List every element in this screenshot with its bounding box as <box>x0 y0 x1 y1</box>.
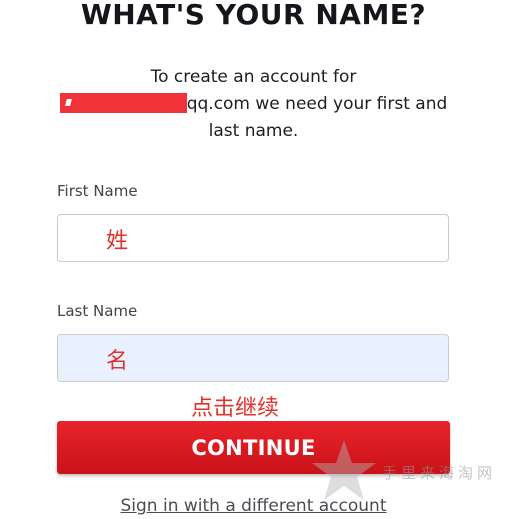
last-name-field[interactable]: 名 <box>57 334 449 382</box>
continue-button[interactable]: CONTINUE <box>57 421 450 474</box>
redaction-mark <box>64 98 72 106</box>
last-name-label: Last Name <box>57 302 138 320</box>
first-name-value: 姓 <box>106 229 129 254</box>
redacted-email <box>59 92 187 113</box>
first-name-field[interactable]: 姓 <box>57 214 449 262</box>
create-account-name-page: WHAT'S YOUR NAME? To create an account f… <box>0 0 507 519</box>
sign-in-different-account-link[interactable]: Sign in with a different account <box>0 496 507 516</box>
email-suffix: qq.com <box>186 94 250 114</box>
subtitle: To create an account for qq.com we need … <box>0 64 507 145</box>
subtitle-line-2-text: we need your first and <box>250 94 448 114</box>
subtitle-line-2: qq.com we need your first and <box>0 91 507 118</box>
first-name-label: First Name <box>57 182 138 200</box>
last-name-value: 名 <box>106 349 129 374</box>
subtitle-line-1: To create an account for <box>150 67 357 87</box>
page-title: WHAT'S YOUR NAME? <box>80 0 427 31</box>
subtitle-line-3: last name. <box>208 121 299 141</box>
click-continue-annotation: 点击继续 <box>191 396 280 421</box>
